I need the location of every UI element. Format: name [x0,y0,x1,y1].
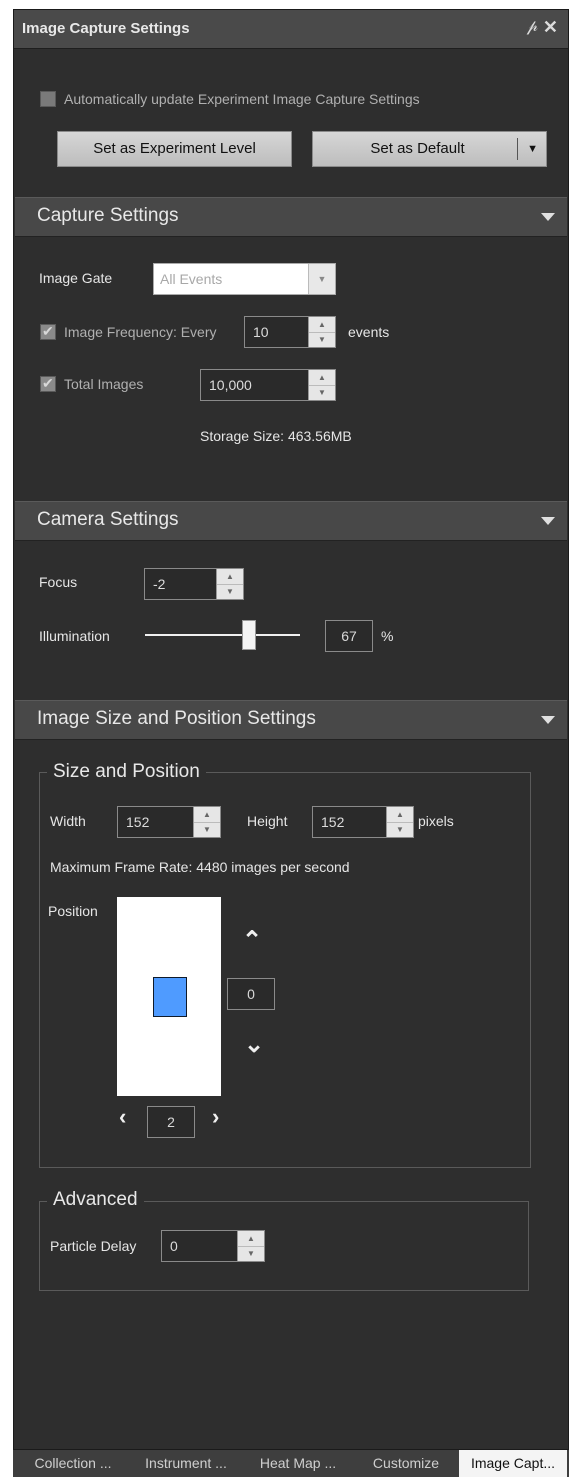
total-images-stepper[interactable]: 10,000 ▲ ▼ [200,369,336,401]
tab-instrument[interactable]: Instrument ... [131,1450,241,1477]
position-marker[interactable] [153,977,187,1017]
stepper-down-icon[interactable]: ▼ [309,385,335,400]
image-gate-select[interactable]: All Events ▼ [153,263,336,295]
height-value: 152 [321,814,345,830]
total-images-label: Total Images [64,376,144,392]
image-capture-settings-panel: Image Capture Settings 𝓅 ✕ Automatically… [13,9,569,1450]
stepper-buttons[interactable]: ▲ ▼ [193,807,220,837]
panel-titlebar: Image Capture Settings 𝓅 ✕ [14,10,568,49]
image-gate-label: Image Gate [39,270,113,286]
chevron-left-icon[interactable]: ‹ [119,1104,126,1130]
total-images-value: 10,000 [209,377,252,393]
stepper-buttons[interactable]: ▲ ▼ [386,807,413,837]
vertical-position-field[interactable]: 0 [227,978,275,1010]
stepper-down-icon[interactable]: ▼ [238,1246,264,1261]
height-stepper[interactable]: 152 ▲ ▼ [312,806,414,838]
focus-value: -2 [153,576,166,592]
stepper-down-icon[interactable]: ▼ [194,822,220,837]
camera-settings-title: Camera Settings [37,509,179,530]
illumination-value: 67 [341,628,357,644]
chevron-up-icon[interactable]: ⌃ [242,926,262,955]
width-value: 152 [126,814,150,830]
bottom-tab-bar: Collection ... Instrument ... Heat Map .… [13,1450,569,1477]
size-and-position-title: Size and Position [47,761,206,783]
capture-settings-header[interactable]: Capture Settings [15,197,567,237]
illumination-slider-thumb[interactable] [241,620,256,650]
collapse-triangle-icon[interactable] [541,213,555,221]
chevron-down-icon[interactable]: ▼ [527,132,538,166]
button-separator [517,138,518,160]
tab-collection[interactable]: Collection ... [21,1450,125,1477]
illumination-label: Illumination [39,628,110,644]
storage-size-label: Storage Size: 463.56MB [200,428,352,444]
particle-delay-label: Particle Delay [50,1238,137,1254]
set-experiment-level-button[interactable]: Set as Experiment Level [57,131,292,167]
focus-label: Focus [39,574,78,590]
particle-delay-stepper[interactable]: 0 ▲ ▼ [161,1230,265,1262]
stepper-up-icon[interactable]: ▲ [194,807,220,823]
stepper-buttons[interactable]: ▲ ▼ [308,317,335,347]
image-frequency-checkbox[interactable] [40,323,56,340]
position-label: Position [48,903,98,919]
image-size-position-header[interactable]: Image Size and Position Settings [15,700,567,740]
stepper-down-icon[interactable]: ▼ [387,822,413,837]
horizontal-position-value: 2 [167,1114,175,1130]
stepper-down-icon[interactable]: ▼ [217,584,243,599]
stepper-up-icon[interactable]: ▲ [309,317,335,333]
image-size-position-title: Image Size and Position Settings [37,708,316,729]
stepper-up-icon[interactable]: ▲ [387,807,413,823]
set-experiment-level-label: Set as Experiment Level [93,140,256,157]
chevron-right-icon[interactable]: › [212,1104,219,1130]
stepper-up-icon[interactable]: ▲ [217,569,243,585]
chevron-down-icon[interactable]: ⌄ [244,1030,264,1059]
chevron-down-icon[interactable]: ▼ [308,264,335,294]
collapse-triangle-icon[interactable] [541,517,555,525]
stepper-up-icon[interactable]: ▲ [309,370,335,386]
auto-update-checkbox[interactable] [40,91,56,107]
image-frequency-value: 10 [253,324,269,340]
stepper-buttons[interactable]: ▲ ▼ [216,569,243,599]
total-images-checkbox[interactable] [40,375,56,392]
advanced-title: Advanced [47,1189,144,1211]
pixels-unit: pixels [418,813,454,829]
image-gate-value: All Events [160,271,223,287]
collapse-triangle-icon[interactable] [541,716,555,724]
camera-settings-header[interactable]: Camera Settings [15,501,567,541]
illumination-unit: % [381,628,394,644]
particle-delay-value: 0 [170,1238,178,1254]
auto-update-label: Automatically update Experiment Image Ca… [64,91,420,107]
vertical-position-value: 0 [247,986,255,1002]
stepper-down-icon[interactable]: ▼ [309,332,335,347]
max-frame-rate-label: Maximum Frame Rate: 4480 images per seco… [50,859,350,875]
stepper-up-icon[interactable]: ▲ [238,1231,264,1247]
image-frequency-unit: events [348,324,390,340]
illumination-slider-track[interactable] [145,634,300,636]
stepper-buttons[interactable]: ▲ ▼ [237,1231,264,1261]
pin-icon[interactable]: 𝓅 [527,18,538,36]
set-as-default-button[interactable]: Set as Default ▼ [312,131,547,167]
image-frequency-stepper[interactable]: 10 ▲ ▼ [244,316,336,348]
set-as-default-label: Set as Default [370,140,465,157]
width-label: Width [50,813,86,829]
tab-customize[interactable]: Customize [361,1450,451,1477]
horizontal-position-field[interactable]: 2 [147,1106,195,1138]
illumination-value-field[interactable]: 67 [325,620,373,652]
capture-settings-title: Capture Settings [37,205,179,226]
height-label: Height [247,813,288,829]
image-frequency-label: Image Frequency: Every [64,324,217,340]
width-stepper[interactable]: 152 ▲ ▼ [117,806,221,838]
tab-image-capture[interactable]: Image Capt... [459,1450,567,1477]
size-and-position-group [39,772,531,1168]
focus-stepper[interactable]: -2 ▲ ▼ [144,568,244,600]
panel-title: Image Capture Settings [22,20,190,37]
stepper-buttons[interactable]: ▲ ▼ [308,370,335,400]
position-preview[interactable] [117,897,221,1096]
close-icon[interactable]: ✕ [543,17,558,38]
tab-heat-map[interactable]: Heat Map ... [247,1450,349,1477]
